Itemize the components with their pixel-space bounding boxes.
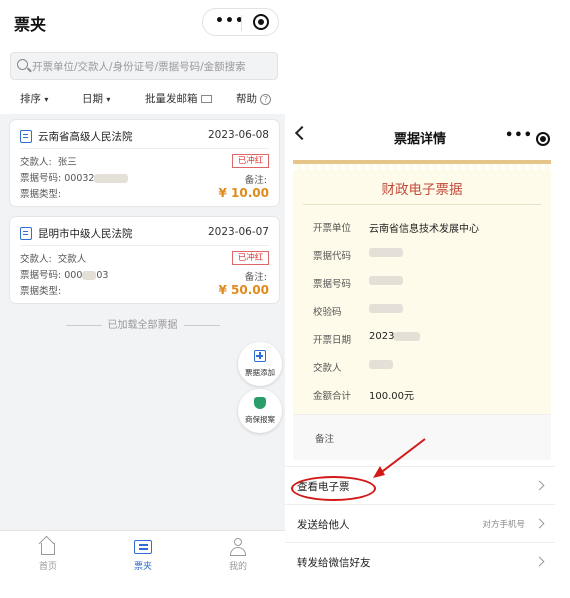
tab-home-label: 首页 <box>38 562 57 572</box>
all-loaded-notice: 已加载全部票据 <box>0 316 285 331</box>
card-amount: ¥ 10.00 <box>218 186 269 200</box>
number-value: 000 <box>64 270 83 281</box>
reversed-stamp: 已冲红 <box>232 251 269 265</box>
batch-email-button[interactable]: 批量发邮箱 <box>145 91 212 106</box>
sort-label: 排序 <box>20 93 41 105</box>
chevron-down-icon: ▾ <box>44 95 49 104</box>
reversed-stamp: 已冲红 <box>232 154 269 168</box>
ticket-folder-screen: 票夹 ••• 开票单位/交款人/身份证号/票据号码/金额搜索 排序 ▾ 日期 ▾… <box>0 0 285 598</box>
card-issuer: 云南省高级人民法院 <box>38 131 133 143</box>
add-ticket-label: 票据添加 <box>245 368 275 377</box>
tab-mine-label: 我的 <box>228 562 247 572</box>
card-payer: 交款人: 交款人 <box>20 251 86 265</box>
insurance-claim-label: 商保报案 <box>245 415 275 424</box>
close-target-icon[interactable] <box>253 14 269 30</box>
number-value: 00032 <box>64 173 95 184</box>
bill-icon <box>20 130 32 143</box>
divider-line <box>183 324 220 326</box>
arrow-line <box>378 438 426 475</box>
sort-dropdown[interactable]: 排序 ▾ <box>20 91 48 106</box>
search-bar: 开票单位/交款人/身份证号/票据号码/金额搜索 <box>0 44 285 86</box>
batch-email-label: 批量发邮箱 <box>145 93 198 105</box>
payer-label: 交款人: <box>20 157 52 168</box>
card-number: 票据号码: 00032 <box>20 170 129 184</box>
card-amount: ¥ 50.00 <box>218 283 269 297</box>
ticket-folder-icon <box>133 537 153 557</box>
annotation-arrow <box>373 438 426 478</box>
redacted-blur <box>82 271 97 280</box>
card-remark: 备注: <box>244 272 267 283</box>
payer-label: 交款人: <box>20 254 52 265</box>
page-title: 票夹 <box>14 15 47 34</box>
tab-mine[interactable]: 我的 <box>208 537 268 572</box>
user-icon <box>228 537 248 557</box>
date-dropdown[interactable]: 日期 ▾ <box>82 91 110 106</box>
card-number: 票据号码: 000 03 <box>20 267 108 281</box>
chevron-down-icon: ▾ <box>106 95 111 104</box>
add-ticket-button[interactable]: 票据添加 <box>238 342 282 386</box>
search-input[interactable]: 开票单位/交款人/身份证号/票据号码/金额搜索 <box>10 52 278 80</box>
miniprogram-capsule[interactable]: ••• <box>202 8 279 36</box>
divider-line <box>65 324 102 326</box>
tab-home[interactable]: 首页 <box>18 535 78 572</box>
number-tail: 03 <box>96 270 109 281</box>
search-placeholder: 开票单位/交款人/身份证号/票据号码/金额搜索 <box>32 61 246 73</box>
card-payer: 交款人: 张三 <box>20 154 77 168</box>
insurance-claim-button[interactable]: 商保报案 <box>238 389 282 433</box>
all-loaded-text: 已加载全部票据 <box>107 320 178 331</box>
tab-ticket-folder-label: 票夹 <box>133 562 152 572</box>
filter-bar: 排序 ▾ 日期 ▾ 批量发邮箱 帮助 ? <box>0 86 285 114</box>
card-type: 票据类型: <box>20 189 62 200</box>
number-label: 票据号码: <box>20 270 62 281</box>
home-icon <box>38 535 58 557</box>
payer-value: 交款人 <box>57 254 87 265</box>
question-icon: ? <box>260 93 272 105</box>
card-remark: 备注: <box>244 175 267 186</box>
card-type: 票据类型: <box>20 286 62 297</box>
capsule-divider <box>241 15 242 31</box>
payer-value: 张三 <box>57 157 77 168</box>
help-button[interactable]: 帮助 ? <box>236 91 272 106</box>
date-label: 日期 <box>82 93 103 105</box>
number-label: 票据号码: <box>20 173 62 184</box>
ticket-detail-screen: 票据详情 ••• 财政电子票据 开票单位 云南省信息技术发展中心 票据代码 票据… <box>285 114 555 598</box>
bill-icon <box>20 227 32 240</box>
arrow-head <box>373 466 385 478</box>
card-divider <box>20 148 269 149</box>
ticket-card[interactable]: 云南省高级人民法院 2023-06-08 交款人: 张三 票据号码: 00032… <box>10 120 279 206</box>
add-icon <box>254 350 266 362</box>
card-date: 2023-06-08 <box>207 129 269 141</box>
card-divider <box>20 245 269 246</box>
top-bar: 票夹 ••• <box>0 0 285 44</box>
search-icon <box>17 59 28 70</box>
redacted-blur <box>94 174 129 183</box>
ticket-card[interactable]: 昆明市中级人民法院 2023-06-07 交款人: 交款人 票据号码: 000 0… <box>10 217 279 303</box>
help-label: 帮助 <box>236 93 257 105</box>
mail-icon <box>200 95 212 103</box>
tab-ticket-folder[interactable]: 票夹 <box>113 537 173 572</box>
card-date: 2023-06-07 <box>207 226 269 238</box>
card-issuer: 昆明市中级人民法院 <box>38 228 133 240</box>
bottom-tab-bar: 首页 票夹 我的 <box>0 530 285 598</box>
shield-icon <box>254 397 266 409</box>
